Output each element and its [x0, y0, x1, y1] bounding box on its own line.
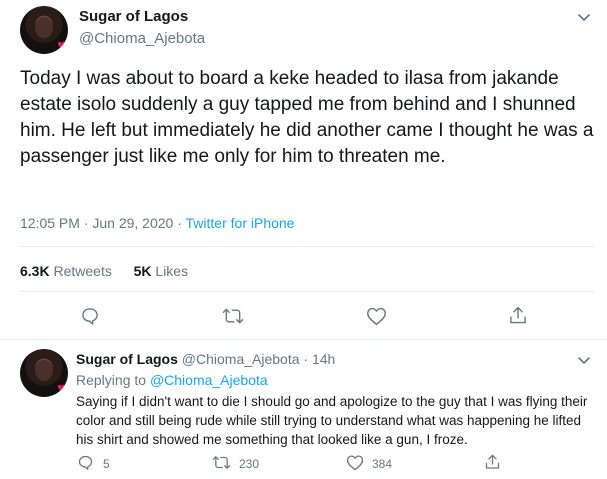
reply-count: 5	[103, 457, 110, 471]
heart-emoji-icon: ♥	[57, 41, 66, 52]
avatar-face	[35, 359, 53, 381]
chevron-down-icon[interactable]	[578, 12, 590, 25]
retweet-icon	[222, 308, 244, 324]
share-icon	[485, 454, 500, 469]
likes-stat[interactable]: 5K Likes	[134, 263, 188, 279]
tweet-thread: ♥ Sugar of Lagos @Chioma_Ajebota Today I…	[0, 0, 607, 479]
like-button[interactable]	[346, 454, 364, 471]
likes-count: 5K	[133, 263, 152, 279]
retweet-icon	[212, 456, 231, 469]
reply-icon	[78, 455, 93, 470]
retweet-button[interactable]	[222, 306, 244, 326]
tweet-stats: 6.3K Retweets 5K Likes	[20, 263, 188, 279]
reply-button[interactable]	[80, 306, 100, 326]
display-name[interactable]: Sugar of Lagos	[79, 8, 188, 25]
retweet-button[interactable]	[212, 454, 231, 471]
reply-icon	[82, 308, 98, 325]
reply-handle-time[interactable]: @Chioma_Ajebota · 14h	[182, 351, 336, 367]
replying-to: Replying to @Chioma_Ajebota	[76, 372, 268, 388]
reply-avatar[interactable]: ♥	[20, 349, 68, 397]
replying-prefix: Replying to	[76, 372, 150, 388]
replying-to-link[interactable]: @Chioma_Ajebota	[150, 372, 268, 388]
heart-icon	[346, 455, 364, 471]
likes-label: Likes	[155, 263, 189, 279]
tweet-timestamp[interactable]: 12:05 PM · Jun 29, 2020	[20, 215, 173, 231]
avatar-face	[35, 16, 53, 38]
retweets-count: 6.3K	[20, 263, 50, 279]
avatar[interactable]: ♥	[20, 6, 68, 54]
reply-header: Sugar of Lagos @Chioma_Ajebota · 14h	[76, 351, 335, 367]
retweets-stat[interactable]: 6.3K Retweets	[20, 263, 112, 279]
like-count: 384	[372, 457, 393, 471]
reply-button[interactable]	[77, 454, 94, 471]
share-icon	[510, 306, 526, 324]
reply-display-name[interactable]: Sugar of Lagos	[76, 351, 178, 367]
divider	[20, 246, 595, 247]
share-button[interactable]	[508, 305, 528, 326]
chevron-down-icon[interactable]	[578, 355, 590, 368]
tweet-text: Today I was about to board a keke headed…	[20, 68, 594, 167]
like-button[interactable]	[366, 306, 387, 326]
retweet-count: 230	[239, 457, 260, 471]
meta-separator: ·	[173, 215, 186, 231]
tweet-source-link[interactable]: Twitter for iPhone	[186, 215, 295, 231]
divider	[20, 291, 595, 292]
heart-icon	[367, 307, 386, 326]
heart-emoji-icon: ♥	[57, 384, 66, 395]
user-handle[interactable]: @Chioma_Ajebota	[79, 30, 205, 47]
retweets-label: Retweets	[53, 263, 112, 279]
reply-tweet-text: Saying if I didn't want to die I should …	[76, 394, 588, 447]
share-button[interactable]	[484, 453, 501, 471]
tweet-meta: 12:05 PM · Jun 29, 2020 · Twitter for iP…	[20, 215, 294, 231]
divider	[0, 339, 607, 340]
